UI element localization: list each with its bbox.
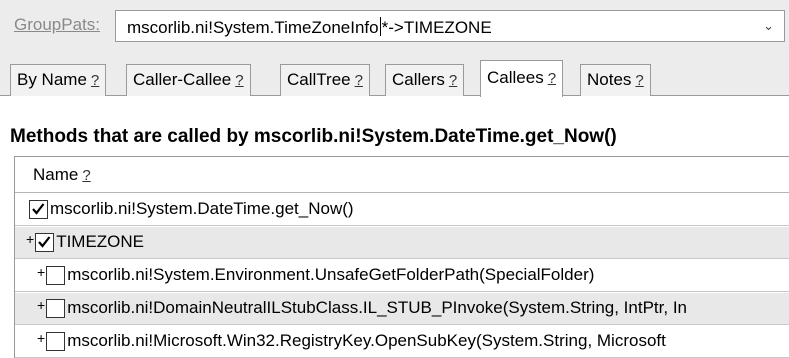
text-caret [379,17,381,36]
help-link[interactable]: ? [449,72,457,89]
grouppats-text-after-caret: *->TIMEZONE [381,18,492,37]
table-row[interactable]: + TIMEZONE [15,227,789,259]
row-label: mscorlib.ni!Microsoft.Win32.RegistryKey.… [67,331,666,350]
table-row[interactable]: + mscorlib.ni!DomainNeutralILStubClass.I… [15,293,789,325]
help-link[interactable]: ? [235,72,243,89]
expand-icon[interactable]: + [37,264,45,280]
grouppats-text-before-caret: mscorlib.ni!System.TimeZoneInfo [127,18,379,37]
tab-callees[interactable]: Callees? [480,60,564,97]
help-link[interactable]: ? [82,167,90,184]
row-checkbox[interactable] [46,331,66,351]
tab-strip: By Name? Caller-Callee? CallTree? Caller… [0,52,789,97]
grouppats-link[interactable]: GroupPats: [14,15,100,35]
tab-label: CallTree [287,70,351,89]
row-label: mscorlib.ni!System.DateTime.get_Now() [50,199,354,218]
tab-caller-callee[interactable]: Caller-Callee? [126,64,251,96]
expand-icon[interactable]: + [37,297,45,313]
row-label: mscorlib.ni!System.Environment.UnsafeGet… [67,265,595,284]
tab-calltree[interactable]: CallTree? [280,64,370,96]
column-header-label: Name [33,165,79,184]
row-checkbox[interactable] [35,232,55,252]
row-content: + TIMEZONE [26,231,145,252]
row-checkbox[interactable] [29,199,48,219]
expand-icon[interactable]: + [37,330,45,346]
tab-label: Callees [487,68,544,87]
tab-label: Notes [587,70,632,89]
tab-label: Callers [392,70,445,89]
grouppats-input-text[interactable]: mscorlib.ni!System.TimeZoneInfo *->TIMEZO… [127,17,492,38]
table-row[interactable]: + mscorlib.ni!Microsoft.Win32.RegistryKe… [15,326,789,358]
row-label: mscorlib.ni!DomainNeutralILStubClass.IL_… [67,298,687,317]
callees-grid: Name? mscorlib.ni!System.DateTime.get_No… [14,156,789,358]
grouppats-bar: GroupPats: mscorlib.ni!System.TimeZoneIn… [0,0,789,52]
expand-icon[interactable]: + [26,231,34,247]
tab-callers[interactable]: Callers? [385,64,465,96]
grid-header: Name? [15,157,789,193]
row-content: mscorlib.ni!System.DateTime.get_Now() [29,199,354,219]
grouppats-combobox[interactable]: mscorlib.ni!System.TimeZoneInfo *->TIMEZO… [115,10,785,42]
row-checkbox[interactable] [46,265,66,285]
row-label: TIMEZONE [56,232,145,251]
table-row[interactable]: mscorlib.ni!System.DateTime.get_Now() [15,194,789,226]
tab-label: Caller-Callee [133,70,232,89]
tab-label: By Name [17,70,87,89]
row-content: + mscorlib.ni!DomainNeutralILStubClass.I… [37,297,687,318]
help-link[interactable]: ? [91,72,99,89]
column-header-name[interactable]: Name? [33,165,91,185]
tab-notes[interactable]: Notes? [580,64,651,96]
row-content: + mscorlib.ni!Microsoft.Win32.RegistryKe… [37,330,666,351]
checkmark-icon [32,202,45,215]
table-row[interactable]: + mscorlib.ni!System.Environment.UnsafeG… [15,260,789,292]
row-checkbox[interactable] [46,298,66,318]
help-link[interactable]: ? [635,72,643,89]
page-title: Methods that are called by mscorlib.ni!S… [10,126,617,147]
tab-by-name[interactable]: By Name? [10,64,107,96]
help-link[interactable]: ? [548,70,556,87]
chevron-down-icon[interactable]: ⌄ [763,18,774,34]
row-content: + mscorlib.ni!System.Environment.UnsafeG… [37,264,595,285]
help-link[interactable]: ? [355,72,363,89]
checkmark-icon [38,235,51,248]
